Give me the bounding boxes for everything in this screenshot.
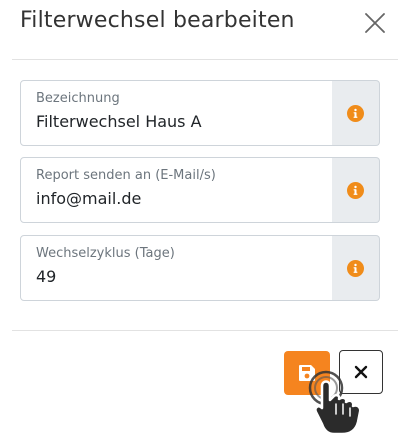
header-divider — [12, 59, 398, 60]
name-field[interactable]: Bezeichnung Filterwechsel Haus A — [20, 80, 333, 146]
dialog-header: Filterwechsel bearbeiten — [0, 0, 410, 60]
info-icon[interactable] — [347, 105, 364, 122]
footer-divider — [12, 330, 398, 331]
cycle-field-addon[interactable] — [332, 235, 380, 301]
close-icon[interactable] — [362, 10, 388, 36]
cycle-field-group: Wechselzyklus (Tage) 49 — [20, 235, 380, 301]
email-field-group: Report senden an (E-Mail/s) info@mail.de — [20, 157, 380, 223]
email-field-value[interactable]: info@mail.de — [36, 189, 321, 208]
email-field[interactable]: Report senden an (E-Mail/s) info@mail.de — [20, 157, 333, 223]
email-field-label: Report senden an (E-Mail/s) — [36, 168, 216, 183]
cycle-field-label: Wechselzyklus (Tage) — [36, 246, 175, 261]
cycle-field-value[interactable]: 49 — [36, 267, 321, 286]
cancel-button[interactable] — [339, 350, 383, 394]
name-field-addon[interactable] — [332, 80, 380, 146]
name-field-value[interactable]: Filterwechsel Haus A — [36, 112, 321, 131]
name-field-label: Bezeichnung — [36, 91, 120, 106]
save-button[interactable] — [284, 351, 330, 395]
close-icon — [354, 365, 368, 379]
dialog-title: Filterwechsel bearbeiten — [20, 8, 295, 33]
info-icon[interactable] — [347, 260, 364, 277]
cycle-field[interactable]: Wechselzyklus (Tage) 49 — [20, 235, 333, 301]
save-icon — [299, 365, 315, 381]
info-icon[interactable] — [347, 182, 364, 199]
name-field-group: Bezeichnung Filterwechsel Haus A — [20, 80, 380, 146]
email-field-addon[interactable] — [332, 157, 380, 223]
